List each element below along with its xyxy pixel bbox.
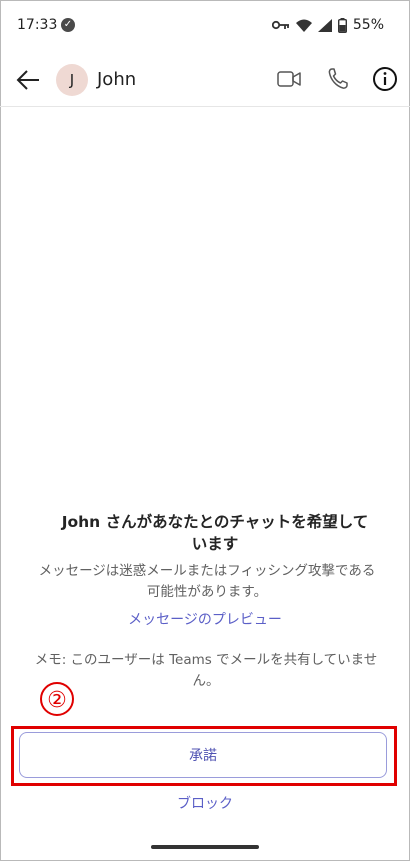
- description-line: 可能性があります。: [146, 584, 268, 600]
- annotation-number: ②: [40, 682, 74, 716]
- avatar[interactable]: J: [56, 64, 88, 96]
- signal-icon: [317, 18, 332, 32]
- info-icon[interactable]: [372, 66, 398, 92]
- request-title-line: John さんがあなたとのチャットを希望して: [61, 513, 369, 531]
- navigation-handle[interactable]: [151, 845, 259, 849]
- battery-icon: [337, 17, 347, 33]
- accept-button[interactable]: 承諾: [19, 732, 387, 778]
- chat-header: J John: [0, 52, 410, 107]
- memo-text: メモ: このユーザーは Teams でメールを共有していませ ん。: [28, 650, 384, 692]
- description-line: メッセージは迷惑メールまたはフィッシング攻撃である: [38, 563, 376, 579]
- memo-line: メモ: このユーザーは Teams でメールを共有していませ: [34, 652, 378, 668]
- back-arrow-icon[interactable]: [14, 66, 42, 94]
- phone-call-icon[interactable]: [326, 67, 350, 91]
- video-call-icon[interactable]: [277, 69, 301, 89]
- key-icon: [271, 20, 289, 30]
- request-title-line: います: [191, 535, 239, 553]
- status-icons: 55%: [271, 17, 384, 33]
- check-circle-icon: ✓: [61, 18, 75, 32]
- status-time: 17:33: [17, 17, 58, 33]
- block-link[interactable]: ブロック: [0, 793, 410, 813]
- request-title: John さんがあなたとのチャットを希望して います: [60, 511, 370, 555]
- status-bar: 17:33 ✓ 55%: [0, 0, 410, 52]
- request-description: メッセージは迷惑メールまたはフィッシング攻撃である 可能性があります。: [28, 561, 386, 603]
- contact-name[interactable]: John: [97, 69, 136, 90]
- battery-percent: 55%: [352, 17, 384, 33]
- memo-line: ん。: [192, 673, 220, 689]
- message-preview-link[interactable]: メッセージのプレビュー: [0, 609, 410, 629]
- wifi-icon: [295, 19, 312, 32]
